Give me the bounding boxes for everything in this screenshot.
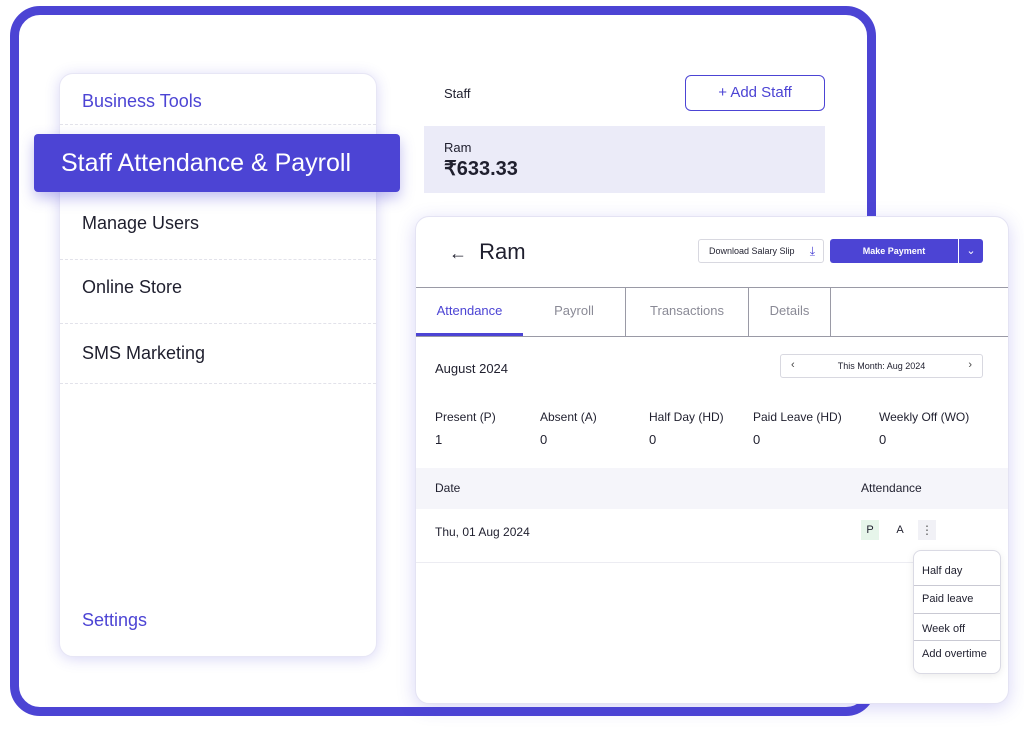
sidebar-item-settings[interactable]: Settings bbox=[82, 610, 147, 631]
staff-name-title: Ram bbox=[479, 239, 526, 264]
sidebar-item-manage-users[interactable]: Manage Users bbox=[82, 213, 199, 234]
stat-label: Weekly Off (WO) bbox=[879, 410, 970, 424]
staff-label: Staff bbox=[444, 86, 471, 101]
stat-label: Half Day (HD) bbox=[649, 410, 724, 424]
stat-value: 0 bbox=[753, 432, 761, 447]
stat-weekly-off: Weekly Off (WO) 0 bbox=[879, 410, 969, 447]
staff-card-name: Ram bbox=[444, 140, 472, 155]
sidebar-item-online-store[interactable]: Online Store bbox=[82, 277, 182, 298]
sidebar-item-staff-attendance-payroll[interactable]: Staff Attendance & Payroll bbox=[34, 134, 400, 192]
menu-item-week-off[interactable]: Week off bbox=[922, 623, 965, 635]
download-salary-slip-button[interactable]: Download Salary Slip ⤓ bbox=[698, 239, 824, 263]
tab-transactions[interactable]: Transactions bbox=[626, 288, 749, 336]
column-header-date: Date bbox=[435, 481, 461, 495]
staff-card-amount: ₹633.33 bbox=[444, 158, 518, 180]
present-button[interactable]: P bbox=[861, 520, 879, 540]
tab-payroll[interactable]: Payroll bbox=[523, 288, 626, 336]
table-header: Date Attendance bbox=[416, 468, 1008, 509]
stat-value: 1 bbox=[435, 432, 443, 447]
sidebar-item-sms-marketing[interactable]: SMS Marketing bbox=[82, 343, 205, 364]
stat-label: Absent (A) bbox=[540, 410, 597, 424]
row-divider bbox=[416, 562, 916, 563]
divider bbox=[60, 259, 376, 260]
stat-absent: Absent (A) 0 bbox=[540, 410, 597, 447]
month-title: August 2024 bbox=[435, 361, 509, 376]
month-picker[interactable]: ‹ This Month: Aug 2024 › bbox=[780, 354, 983, 378]
stat-value: 0 bbox=[879, 432, 887, 447]
chevron-right-icon[interactable]: › bbox=[968, 359, 972, 371]
column-header-attendance: Attendance bbox=[861, 481, 922, 495]
divider bbox=[60, 383, 376, 384]
stat-value: 0 bbox=[649, 432, 657, 447]
divider bbox=[914, 585, 1000, 586]
absent-button[interactable]: A bbox=[891, 520, 909, 540]
stat-half-day: Half Day (HD) 0 bbox=[649, 410, 724, 447]
divider bbox=[914, 640, 1000, 641]
month-picker-label: This Month: Aug 2024 bbox=[837, 361, 926, 371]
divider bbox=[60, 124, 376, 125]
menu-item-half-day[interactable]: Half day bbox=[922, 565, 962, 577]
chevron-down-icon[interactable]: ⌄ bbox=[959, 239, 983, 263]
detail-tabs: Attendance Payroll Transactions Details bbox=[416, 287, 1008, 337]
arrow-left-icon[interactable]: ← bbox=[449, 243, 467, 263]
stat-paid-leave: Paid Leave (HD) 0 bbox=[753, 410, 842, 447]
tab-details[interactable]: Details bbox=[749, 288, 831, 336]
download-icon: ⤓ bbox=[809, 244, 815, 258]
row-date: Thu, 01 Aug 2024 bbox=[435, 525, 530, 539]
attendance-options-menu: Half day Paid leave Week off Add overtim… bbox=[913, 550, 1001, 674]
add-staff-button[interactable]: + Add Staff bbox=[685, 75, 825, 111]
divider bbox=[914, 613, 1000, 614]
stat-label: Paid Leave (HD) bbox=[753, 410, 842, 424]
stat-present: Present (P) 1 bbox=[435, 410, 496, 447]
menu-item-paid-leave[interactable]: Paid leave bbox=[922, 593, 973, 605]
tab-attendance[interactable]: Attendance bbox=[416, 288, 523, 336]
sidebar-heading: Business Tools bbox=[82, 91, 202, 111]
stat-label: Present (P) bbox=[435, 410, 496, 424]
make-payment-button[interactable]: Make Payment bbox=[830, 239, 958, 263]
download-salary-slip-label: Download Salary Slip bbox=[709, 246, 795, 256]
stat-value: 0 bbox=[540, 432, 548, 447]
back-button[interactable]: ← Ram bbox=[449, 239, 526, 265]
menu-item-add-overtime[interactable]: Add overtime bbox=[922, 648, 987, 660]
staff-card[interactable]: Ram ₹633.33 bbox=[424, 126, 825, 193]
kebab-menu-icon[interactable]: ⋮ bbox=[918, 520, 936, 540]
divider bbox=[60, 323, 376, 324]
